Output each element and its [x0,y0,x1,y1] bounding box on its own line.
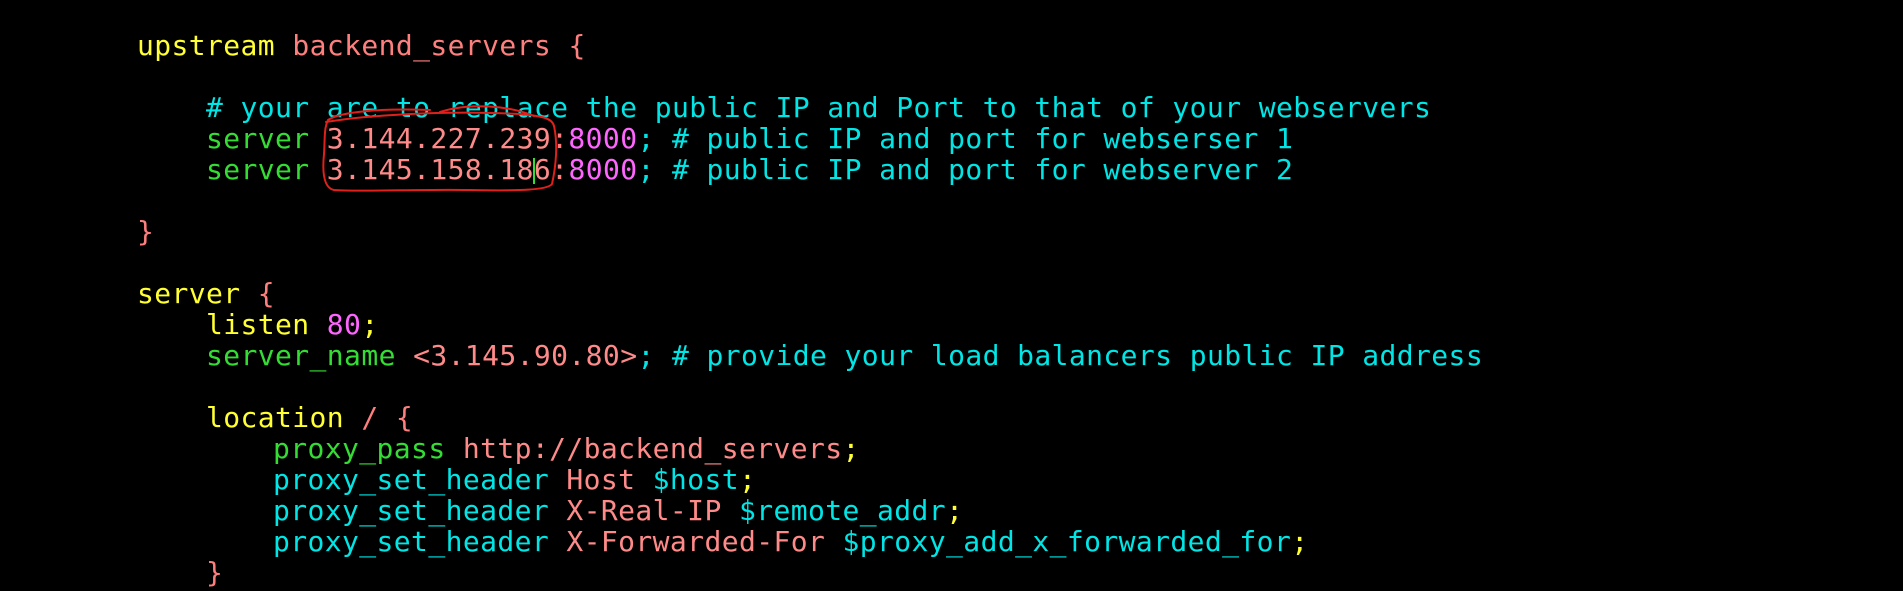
code-line-10: listen 80; [137,309,1877,340]
close-brace: } [137,215,155,248]
code-line-1: upstream backend_servers { [137,30,1877,61]
code-comment: # public IP and port for webserser 1 [654,122,1294,155]
proxy-set-header-directive: proxy_set_header [273,525,550,558]
semicolon: ; [637,153,655,186]
listen-directive: listen [206,308,310,341]
code-line-17: proxy_set_header X-Forwarded-For $proxy_… [137,526,1877,557]
header-variable: $remote_addr [721,494,947,527]
code-comment: # provide your load balancers public IP … [654,339,1484,372]
listen-port: 80 [309,308,362,341]
server-directive: server [206,122,310,155]
proxy-set-header-directive: proxy_set_header [273,463,550,496]
semicolon: ; [361,308,379,341]
server-directive: server [206,153,310,186]
code-editor[interactable]: upstream backend_servers { # your are to… [137,30,1877,588]
code-line-18: } [137,557,1877,588]
server-ip-part: 3.145.158.18 [309,153,534,186]
upstream-name: backend_servers [275,29,552,62]
semicolon: ; [1291,525,1309,558]
header-variable: $proxy_add_x_forwarded_for [825,525,1292,558]
server-port: 8000 [568,153,638,186]
colon: : [551,153,569,186]
colon: : [551,122,569,155]
code-line-3: # your are to replace the public IP and … [137,92,1877,123]
open-brace: { [551,29,586,62]
code-line-9: server { [137,278,1877,309]
code-line-7: } [137,216,1877,247]
semicolon: ; [842,432,860,465]
location-path: / { [344,401,414,434]
semicolon: ; [637,339,655,372]
semicolon: ; [946,494,964,527]
code-line-4: server 3.144.227.239:8000; # public IP a… [137,123,1877,154]
header-name: X-Forwarded-For [549,525,826,558]
server-port: 8000 [568,122,638,155]
code-line-15: proxy_set_header Host $host; [137,464,1877,495]
code-line-14: proxy_pass http://backend_servers; [137,433,1877,464]
code-comment: # public IP and port for webserver 2 [654,153,1294,186]
proxy-pass-directive: proxy_pass [273,432,446,465]
server-name-directive: server_name [206,339,396,372]
semicolon: ; [637,122,655,155]
code-line-5: server 3.145.158.186:8000; # public IP a… [137,154,1877,185]
code-line-13: location / { [137,402,1877,433]
upstream-keyword: upstream [137,29,276,62]
header-name: X-Real-IP [549,494,722,527]
code-line-16: proxy_set_header X-Real-IP $remote_addr; [137,495,1877,526]
server-block-keyword: server [137,277,241,310]
semicolon: ; [738,463,757,496]
code-line-11: server_name <3.145.90.80>; # provide you… [137,340,1877,371]
header-name: Host [549,463,636,496]
server-ip-last-digit: 6 [533,153,552,186]
close-brace: } [206,556,224,589]
server-name-value: <3.145.90.80> [395,339,638,372]
proxy-pass-value: http://backend_servers [445,432,843,465]
server-ip: 3.144.227.239 [309,122,552,155]
location-keyword: location [206,401,345,434]
header-variable: $host [635,463,739,496]
open-brace: { [240,277,276,310]
code-comment: # your are to replace the public IP and … [206,91,1432,124]
proxy-set-header-directive: proxy_set_header [273,494,550,527]
